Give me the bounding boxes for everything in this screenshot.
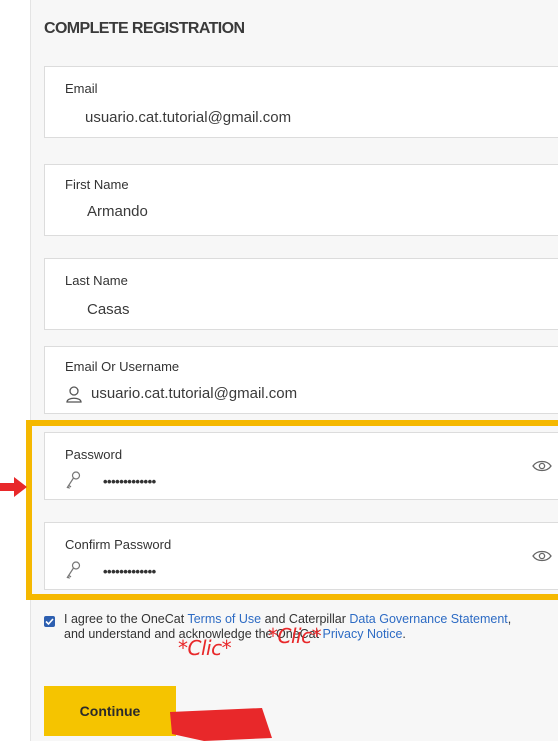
username-value: usuario.cat.tutorial@gmail.com	[91, 385, 298, 402]
last-name-field[interactable]: Last Name Casas	[44, 258, 558, 330]
key-icon	[65, 471, 81, 496]
click-annotation-1: *Clic*	[178, 636, 232, 660]
password-label: Password	[65, 447, 123, 462]
eye-icon[interactable]	[532, 549, 552, 568]
email-value: usuario.cat.tutorial@gmail.com	[85, 109, 292, 126]
password-value: •••••••••••••	[103, 474, 156, 489]
confirm-password-value: •••••••••••••	[103, 564, 156, 579]
page-title: COMPLETE REGISTRATION	[44, 20, 245, 37]
first-name-label: First Name	[65, 177, 129, 192]
agree-checkbox[interactable]	[44, 616, 55, 627]
privacy-notice-link[interactable]: Privacy Notice	[323, 627, 403, 641]
agreement-text-4: .	[402, 627, 406, 641]
first-name-field[interactable]: First Name Armando	[44, 164, 558, 236]
last-name-value: Casas	[87, 301, 130, 318]
last-name-label: Last Name	[65, 273, 128, 288]
password-field[interactable]: Password •••••••••••••	[44, 432, 558, 500]
confirm-password-field[interactable]: Confirm Password •••••••••••••	[44, 522, 558, 590]
email-label: Email	[65, 81, 98, 96]
continue-button[interactable]: Continue	[44, 686, 176, 736]
key-icon	[65, 561, 81, 586]
agreement-text-1: I agree to the OneCat	[64, 612, 188, 626]
click-annotation-2: *Clic*	[268, 624, 322, 648]
data-governance-link[interactable]: Data Governance Statement	[349, 612, 507, 626]
username-label: Email Or Username	[65, 359, 180, 374]
pointer-arrow-icon	[164, 700, 282, 746]
terms-of-use-link[interactable]: Terms of Use	[187, 612, 261, 626]
username-field[interactable]: Email Or Username usuario.cat.tutorial@g…	[44, 346, 558, 414]
arrow-icon	[0, 476, 28, 503]
eye-icon[interactable]	[532, 459, 552, 478]
first-name-value: Armando	[87, 203, 148, 220]
email-field[interactable]: Email usuario.cat.tutorial@gmail.com	[44, 66, 558, 138]
user-icon	[65, 385, 83, 408]
confirm-password-label: Confirm Password	[65, 537, 172, 552]
